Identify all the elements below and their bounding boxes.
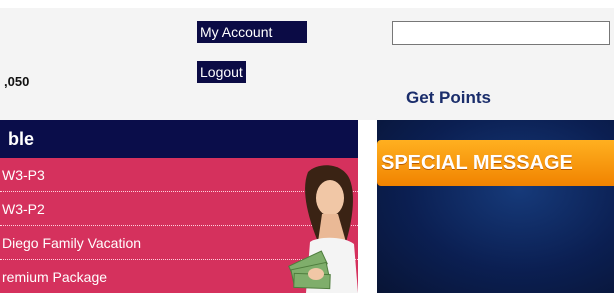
- panel-title: ble: [0, 120, 358, 158]
- available-packages-panel: ble W3-P3 W3-P2 Diego Family Vacation re…: [0, 120, 358, 293]
- woman-with-money-image: [288, 165, 358, 293]
- get-points-link[interactable]: Get Points: [406, 88, 491, 108]
- points-balance: ,050: [4, 74, 30, 89]
- promo-banner[interactable]: SPECIAL MESSAGE: [377, 120, 614, 293]
- my-account-button[interactable]: My Account: [197, 21, 307, 43]
- package-list: W3-P3 W3-P2 Diego Family Vacation remium…: [0, 158, 358, 293]
- search-input[interactable]: [392, 21, 610, 45]
- special-message-banner[interactable]: SPECIAL MESSAGE: [377, 140, 614, 186]
- logout-button[interactable]: Logout: [197, 61, 246, 83]
- top-strip: [0, 0, 614, 8]
